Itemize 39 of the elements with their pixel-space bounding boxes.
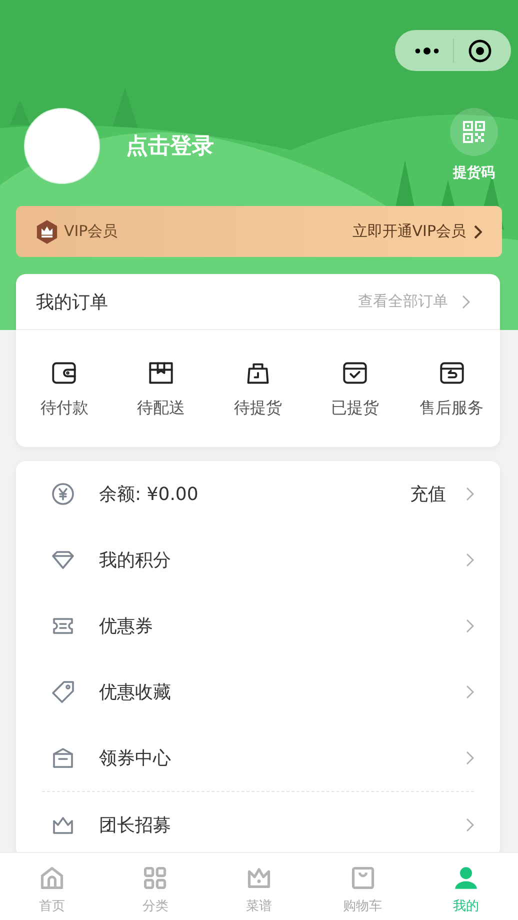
close-target-icon[interactable] — [468, 38, 492, 62]
chevron-icon — [466, 685, 474, 699]
order-status-label[interactable]: 待配送 — [137, 398, 186, 419]
crown-badge-icon — [36, 220, 58, 244]
menu-item[interactable]: 领券中心 — [42, 725, 474, 792]
wallet-icon[interactable] — [51, 360, 78, 386]
menu-item[interactable]: 优惠券 — [16, 593, 474, 659]
order-status-label[interactable]: 售后服务 — [420, 398, 484, 419]
pickup-code-label: 提货码 — [453, 164, 495, 182]
qr-code-button[interactable] — [450, 108, 498, 156]
menu-item[interactable]: 我的积分 — [16, 527, 474, 593]
gift-icon — [51, 746, 75, 770]
orders-title: 我的订单 — [36, 290, 109, 314]
chevron-icon — [474, 224, 482, 238]
box-return-icon[interactable] — [438, 360, 465, 386]
vip-label: VIP会员 — [64, 222, 119, 241]
tree-icon — [10, 100, 30, 125]
box-check-icon[interactable] — [342, 360, 368, 386]
vip-open-link[interactable]: 立即开通VIP会员 — [352, 222, 466, 241]
chevron-icon — [466, 619, 474, 633]
menu-item[interactable]: 团长招募 — [16, 792, 474, 852]
order-status-label[interactable]: 已提货 — [330, 398, 379, 419]
menu-item[interactable]: 优惠收藏 — [16, 659, 474, 725]
order-status-label[interactable]: 待提货 — [234, 398, 282, 419]
menu-item[interactable]: 余额: ¥0.00 充值 — [16, 461, 474, 527]
order-status-label[interactable]: 待付款 — [40, 398, 88, 419]
chevron-icon — [466, 553, 474, 567]
box-icon[interactable] — [148, 360, 174, 386]
vip-banner[interactable]: VIP会员 立即开通VIP会员 — [16, 206, 502, 257]
yen-icon — [51, 482, 75, 506]
chevron-icon — [466, 751, 474, 765]
diamond-icon — [51, 548, 75, 572]
chevron-icon — [466, 487, 474, 501]
more-icon[interactable] — [414, 46, 440, 56]
capsule-menu[interactable] — [395, 30, 511, 71]
chevron-icon — [466, 818, 474, 832]
qr-code-icon — [462, 120, 486, 144]
tag-icon — [51, 680, 75, 704]
chevron-icon — [462, 294, 470, 308]
